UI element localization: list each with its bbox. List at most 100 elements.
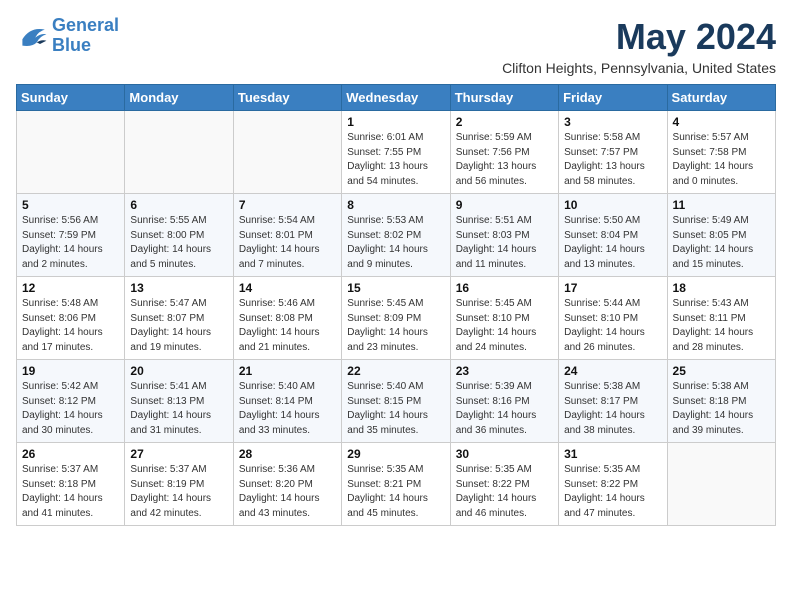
day-number: 19: [22, 364, 119, 378]
day-number: 11: [673, 198, 770, 212]
calendar-day: 12Sunrise: 5:48 AMSunset: 8:06 PMDayligh…: [17, 277, 125, 360]
logo-icon: [16, 22, 48, 50]
calendar-day: 21 Sunrise: 5:40 AMSunset: 8:14 PMDayligh…: [233, 360, 341, 443]
weekday-header: Tuesday: [233, 85, 341, 111]
calendar-empty: [233, 111, 341, 194]
day-info: Sunrise: 5:40 AMSunset: 8:15 PMDaylight:…: [347, 380, 444, 438]
calendar-day: 5Sunrise: 5:56 AMSunset: 7:59 PMDaylight…: [17, 194, 125, 277]
calendar-day: 23 Sunrise: 5:39 AMSunset: 8:16 PMDayligh…: [450, 360, 558, 443]
calendar-day: 25 Sunrise: 5:38 AMSunset: 8:18 PMDayligh…: [667, 360, 775, 443]
calendar-header-row: SundayMondayTuesdayWednesdayThursdayFrid…: [17, 85, 776, 111]
calendar-empty: [17, 111, 125, 194]
calendar-day: 2 Sunrise: 5:59 AMSunset: 7:56 PMDaylight…: [450, 111, 558, 194]
day-number: 8: [347, 198, 444, 212]
day-number: 23: [456, 364, 553, 378]
day-number: 17: [564, 281, 661, 295]
calendar-day: 19 Sunrise: 5:42 AMSunset: 8:12 PMDayligh…: [17, 360, 125, 443]
day-info: Sunrise: 5:58 AMSunset: 7:57 PMDaylight:…: [564, 131, 661, 189]
calendar-day: 18 Sunrise: 5:43 AMSunset: 8:11 PMDayligh…: [667, 277, 775, 360]
calendar-day: 17 Sunrise: 5:44 AMSunset: 8:10 PMDayligh…: [559, 277, 667, 360]
day-number: 2: [456, 115, 553, 129]
calendar-empty: [667, 443, 775, 526]
day-info: Sunrise: 5:40 AMSunset: 8:14 PMDaylight:…: [239, 380, 336, 438]
calendar-day: 3 Sunrise: 5:58 AMSunset: 7:57 PMDaylight…: [559, 111, 667, 194]
day-info: Sunrise: 5:35 AMSunset: 8:22 PMDaylight:…: [564, 463, 661, 521]
day-number: 30: [456, 447, 553, 461]
day-info: Sunrise: 5:45 AMSunset: 8:09 PMDaylight:…: [347, 297, 444, 355]
day-number: 1: [347, 115, 444, 129]
calendar-day: 24 Sunrise: 5:38 AMSunset: 8:17 PMDayligh…: [559, 360, 667, 443]
calendar-day: 13Sunrise: 5:47 AMSunset: 8:07 PMDayligh…: [125, 277, 233, 360]
day-info: Sunrise: 5:36 AMSunset: 8:20 PMDaylight:…: [239, 463, 336, 521]
day-info: Sunrise: 5:43 AMSunset: 8:11 PMDaylight:…: [673, 297, 770, 355]
day-number: 20: [130, 364, 227, 378]
calendar-day: 1Sunrise: 6:01 AMSunset: 7:55 PMDaylight…: [342, 111, 450, 194]
calendar-day: 27 Sunrise: 5:37 AMSunset: 8:19 PMDayligh…: [125, 443, 233, 526]
day-number: 21: [239, 364, 336, 378]
day-info: Sunrise: 5:49 AMSunset: 8:05 PMDaylight:…: [673, 214, 770, 272]
day-number: 27: [130, 447, 227, 461]
day-info: Sunrise: 5:37 AMSunset: 8:18 PMDaylight:…: [22, 463, 119, 521]
location: Clifton Heights, Pennsylvania, United St…: [502, 60, 776, 76]
calendar-day: 9 Sunrise: 5:51 AMSunset: 8:03 PMDaylight…: [450, 194, 558, 277]
day-number: 28: [239, 447, 336, 461]
calendar-week-row: 12Sunrise: 5:48 AMSunset: 8:06 PMDayligh…: [17, 277, 776, 360]
weekday-header: Friday: [559, 85, 667, 111]
weekday-header: Sunday: [17, 85, 125, 111]
day-number: 7: [239, 198, 336, 212]
calendar-day: 30 Sunrise: 5:35 AMSunset: 8:22 PMDayligh…: [450, 443, 558, 526]
day-number: 15: [347, 281, 444, 295]
title-block: May 2024 Clifton Heights, Pennsylvania, …: [502, 16, 776, 76]
calendar-day: 8 Sunrise: 5:53 AMSunset: 8:02 PMDaylight…: [342, 194, 450, 277]
day-info: Sunrise: 5:57 AMSunset: 7:58 PMDaylight:…: [673, 131, 770, 189]
weekday-header: Wednesday: [342, 85, 450, 111]
day-number: 25: [673, 364, 770, 378]
weekday-header: Saturday: [667, 85, 775, 111]
day-number: 16: [456, 281, 553, 295]
day-info: Sunrise: 5:39 AMSunset: 8:16 PMDaylight:…: [456, 380, 553, 438]
calendar-day: 31 Sunrise: 5:35 AMSunset: 8:22 PMDayligh…: [559, 443, 667, 526]
day-info: Sunrise: 5:59 AMSunset: 7:56 PMDaylight:…: [456, 131, 553, 189]
calendar-day: 16 Sunrise: 5:45 AMSunset: 8:10 PMDayligh…: [450, 277, 558, 360]
day-info: Sunrise: 5:35 AMSunset: 8:22 PMDaylight:…: [456, 463, 553, 521]
day-info: Sunrise: 5:53 AMSunset: 8:02 PMDaylight:…: [347, 214, 444, 272]
day-info: Sunrise: 5:46 AMSunset: 8:08 PMDaylight:…: [239, 297, 336, 355]
weekday-header: Thursday: [450, 85, 558, 111]
day-number: 3: [564, 115, 661, 129]
page-header: General Blue May 2024 Clifton Heights, P…: [16, 16, 776, 76]
calendar-day: 6 Sunrise: 5:55 AMSunset: 8:00 PMDaylight…: [125, 194, 233, 277]
day-number: 22: [347, 364, 444, 378]
calendar-day: 22 Sunrise: 5:40 AMSunset: 8:15 PMDayligh…: [342, 360, 450, 443]
day-number: 18: [673, 281, 770, 295]
day-info: Sunrise: 5:38 AMSunset: 8:18 PMDaylight:…: [673, 380, 770, 438]
day-info: Sunrise: 5:47 AMSunset: 8:07 PMDaylight:…: [130, 297, 227, 355]
day-info: Sunrise: 5:45 AMSunset: 8:10 PMDaylight:…: [456, 297, 553, 355]
day-info: Sunrise: 5:41 AMSunset: 8:13 PMDaylight:…: [130, 380, 227, 438]
day-info: Sunrise: 5:38 AMSunset: 8:17 PMDaylight:…: [564, 380, 661, 438]
day-info: Sunrise: 5:48 AMSunset: 8:06 PMDaylight:…: [22, 297, 119, 355]
day-info: Sunrise: 5:42 AMSunset: 8:12 PMDaylight:…: [22, 380, 119, 438]
calendar-day: 11 Sunrise: 5:49 AMSunset: 8:05 PMDayligh…: [667, 194, 775, 277]
day-info: Sunrise: 5:51 AMSunset: 8:03 PMDaylight:…: [456, 214, 553, 272]
calendar-day: 26 Sunrise: 5:37 AMSunset: 8:18 PMDayligh…: [17, 443, 125, 526]
day-info: Sunrise: 5:35 AMSunset: 8:21 PMDaylight:…: [347, 463, 444, 521]
day-info: Sunrise: 5:50 AMSunset: 8:04 PMDaylight:…: [564, 214, 661, 272]
calendar-day: 28 Sunrise: 5:36 AMSunset: 8:20 PMDayligh…: [233, 443, 341, 526]
day-number: 10: [564, 198, 661, 212]
calendar-day: 20 Sunrise: 5:41 AMSunset: 8:13 PMDayligh…: [125, 360, 233, 443]
day-number: 31: [564, 447, 661, 461]
day-info: Sunrise: 5:37 AMSunset: 8:19 PMDaylight:…: [130, 463, 227, 521]
day-info: Sunrise: 5:56 AMSunset: 7:59 PMDaylight:…: [22, 214, 119, 272]
calendar-week-row: 19 Sunrise: 5:42 AMSunset: 8:12 PMDayligh…: [17, 360, 776, 443]
day-number: 26: [22, 447, 119, 461]
day-number: 6: [130, 198, 227, 212]
day-number: 9: [456, 198, 553, 212]
calendar: SundayMondayTuesdayWednesdayThursdayFrid…: [16, 84, 776, 526]
calendar-empty: [125, 111, 233, 194]
day-info: Sunrise: 5:55 AMSunset: 8:00 PMDaylight:…: [130, 214, 227, 272]
day-info: Sunrise: 5:44 AMSunset: 8:10 PMDaylight:…: [564, 297, 661, 355]
calendar-day: 10 Sunrise: 5:50 AMSunset: 8:04 PMDayligh…: [559, 194, 667, 277]
day-number: 24: [564, 364, 661, 378]
calendar-day: 15 Sunrise: 5:45 AMSunset: 8:09 PMDayligh…: [342, 277, 450, 360]
calendar-day: 7Sunrise: 5:54 AMSunset: 8:01 PMDaylight…: [233, 194, 341, 277]
